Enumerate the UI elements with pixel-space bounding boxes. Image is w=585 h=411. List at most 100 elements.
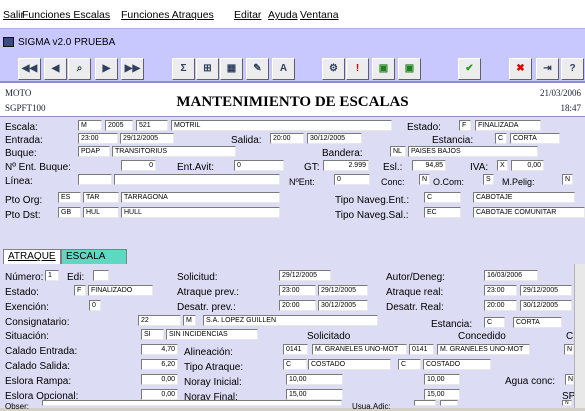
edi-field[interactable] xyxy=(93,270,109,281)
report-icon[interactable]: ▣ xyxy=(372,58,395,80)
numero-field[interactable]: 1 xyxy=(45,270,59,281)
situacion-code-field[interactable]: SI xyxy=(141,329,164,340)
buque-name-field[interactable]: TRANSITORIUS xyxy=(112,146,236,157)
atraque-real-date-field[interactable]: 29/12/2005 xyxy=(520,285,572,296)
escala-number-field[interactable]: 521 xyxy=(136,120,168,131)
atraque-real-time-field[interactable]: 23:00 xyxy=(484,285,517,296)
first-record-icon[interactable]: ◀◀ xyxy=(18,58,41,80)
search-icon[interactable]: ⌕ xyxy=(68,58,91,80)
report-2-icon[interactable]: ▣ xyxy=(398,58,421,80)
vertical-scrollbar[interactable] xyxy=(574,264,585,408)
ptoorg-name-field[interactable]: TARRAGONA xyxy=(121,192,280,203)
next-record-icon[interactable]: ▶ xyxy=(95,58,118,80)
menu-ventana[interactable]: Ventana xyxy=(300,9,339,21)
spell-icon[interactable]: A xyxy=(272,58,295,80)
exit-icon[interactable]: ⇥ xyxy=(536,58,559,80)
ocom-field[interactable]: S xyxy=(483,174,494,185)
tab-escala[interactable]: ESCALA xyxy=(61,249,127,264)
eslora-field[interactable]: 94,85 xyxy=(412,160,446,171)
bandera-name-field[interactable]: PAISES BAJOS xyxy=(408,146,538,157)
menu-editar[interactable]: Editar xyxy=(234,9,261,21)
nment-field[interactable]: 0 xyxy=(334,174,370,185)
last-record-icon[interactable]: ▶▶ xyxy=(121,58,144,80)
iva-value-field[interactable]: 0,00 xyxy=(511,160,544,171)
linea-code-field[interactable] xyxy=(78,174,112,185)
ptoorg-country-field[interactable]: ES xyxy=(58,192,81,203)
help-icon[interactable]: ? xyxy=(561,58,584,80)
noray-final-con-field[interactable]: 15,00 xyxy=(424,389,460,400)
eslora-rampa-field[interactable]: 0,00 xyxy=(141,374,178,385)
consignatario-type-field[interactable]: M xyxy=(183,315,196,326)
estado-desc-field[interactable]: FINALIZADA xyxy=(475,120,541,131)
noray-inicial-con-field[interactable]: 10,00 xyxy=(424,374,460,385)
atraque-estancia-code-field[interactable]: C xyxy=(484,317,505,328)
noray-final-sol-field[interactable]: 15,00 xyxy=(286,389,343,400)
tnavent-code-field[interactable]: C xyxy=(424,192,461,203)
previous-record-icon[interactable]: ◀ xyxy=(44,58,67,80)
tipo-atraque-sol-desc-field[interactable]: COSTADO xyxy=(308,359,391,370)
menu-funciones-escalas[interactable]: Funciones Escalas xyxy=(22,9,110,21)
desatr-real-time-field[interactable]: 20:00 xyxy=(484,300,517,311)
buque-code-field[interactable]: PDAP xyxy=(78,146,110,157)
desatr-prev-date-field[interactable]: 30/12/2005 xyxy=(318,300,368,311)
atraque-estado-desc-field[interactable]: FINALIZADO xyxy=(88,285,153,296)
gt-field[interactable]: 2.999 xyxy=(323,160,369,171)
form-icon[interactable]: ▦ xyxy=(220,58,243,80)
accept-icon[interactable]: ✔ xyxy=(458,58,481,80)
autor-field[interactable]: 16/03/2006 xyxy=(484,270,538,281)
calado-entrada-field[interactable]: 4,70 xyxy=(141,344,178,355)
usua-adic-field-1[interactable] xyxy=(414,400,436,406)
sum-icon[interactable]: Σ xyxy=(172,58,195,80)
alert-icon[interactable]: ! xyxy=(346,58,369,80)
menu-funciones-atraques[interactable]: Funciones Atraques xyxy=(121,9,214,21)
obser-field[interactable] xyxy=(42,400,342,406)
tnavsal-code-field[interactable]: EC xyxy=(424,207,461,218)
iva-code-field[interactable]: X xyxy=(497,160,508,171)
alineacion-sol-name-field[interactable]: M. GRANELES UNO-MOT xyxy=(312,344,407,355)
bandera-code-field[interactable]: NL xyxy=(390,146,406,157)
tipo-atraque-sol-code-field[interactable]: C xyxy=(283,359,307,370)
situacion-desc-field[interactable]: SIN INCIDENCIAS xyxy=(166,329,258,340)
cancel-icon[interactable]: ✖ xyxy=(509,58,532,80)
consignatario-name-field[interactable]: S.A. LOPEZ GUILLEN xyxy=(203,315,378,326)
alineacion-con-code-field[interactable]: 0141 xyxy=(409,344,434,355)
atraque-estado-code-field[interactable]: F xyxy=(74,285,86,296)
menu-ayuda[interactable]: Ayuda xyxy=(268,9,298,21)
linea-name-field[interactable] xyxy=(114,174,280,185)
usua-adic-field-2[interactable] xyxy=(440,400,458,406)
entavit-field[interactable]: 0 xyxy=(234,160,284,171)
agua-conc-field[interactable]: N xyxy=(565,374,574,385)
tnavsal-desc-field[interactable]: CABOTAJE COMUNITAR xyxy=(473,207,585,218)
desatr-prev-time-field[interactable]: 20:00 xyxy=(279,300,316,311)
atraque-prev-date-field[interactable]: 29/12/2005 xyxy=(318,285,368,296)
escala-type-field[interactable]: M xyxy=(78,120,102,131)
usua-adic-flag-field[interactable]: N xyxy=(562,400,572,406)
entrada-time-field[interactable]: 23:00 xyxy=(78,133,118,144)
settings-icon[interactable]: ⚙ xyxy=(322,58,345,80)
tnavent-desc-field[interactable]: CABOTAJE xyxy=(473,192,575,203)
eslora-opcional-field[interactable]: 0,00 xyxy=(141,389,178,400)
calado-salida-field[interactable]: 6,20 xyxy=(141,359,178,370)
escala-year-field[interactable]: 2005 xyxy=(105,120,133,131)
alineacion-c-field[interactable]: N xyxy=(564,344,574,355)
desatr-real-date-field[interactable]: 30/12/2005 xyxy=(520,300,572,311)
ptodst-country-field[interactable]: GB xyxy=(58,207,81,218)
consignatario-code-field[interactable]: 22 xyxy=(138,315,181,326)
escala-port-field[interactable]: MOTRIL xyxy=(171,120,392,131)
edit-icon[interactable]: ✎ xyxy=(246,58,269,80)
menu-salir[interactable]: Salir xyxy=(3,9,24,21)
entrada-date-field[interactable]: 29/12/2005 xyxy=(120,133,174,144)
estancia-desc-field[interactable]: CORTA xyxy=(510,133,560,144)
tab-atraque[interactable]: ATRAQUE xyxy=(3,249,61,264)
estado-code-field[interactable]: F xyxy=(459,120,471,131)
atraque-estancia-desc-field[interactable]: CORTA xyxy=(513,317,562,328)
noray-inicial-sol-field[interactable]: 10,00 xyxy=(286,374,343,385)
tipo-atraque-con-desc-field[interactable]: COSTADO xyxy=(423,359,491,370)
salida-date-field[interactable]: 30/12/2005 xyxy=(307,133,362,144)
network-icon[interactable]: ⊞ xyxy=(196,58,219,80)
salida-time-field[interactable]: 20:00 xyxy=(270,133,304,144)
alineacion-con-name-field[interactable]: M. GRANELES UNO-MOT xyxy=(437,344,530,355)
ptodst-name-field[interactable]: HULL xyxy=(121,207,280,218)
ptoorg-code-field[interactable]: TAR xyxy=(83,192,119,203)
ptodst-code-field[interactable]: HUL xyxy=(83,207,119,218)
